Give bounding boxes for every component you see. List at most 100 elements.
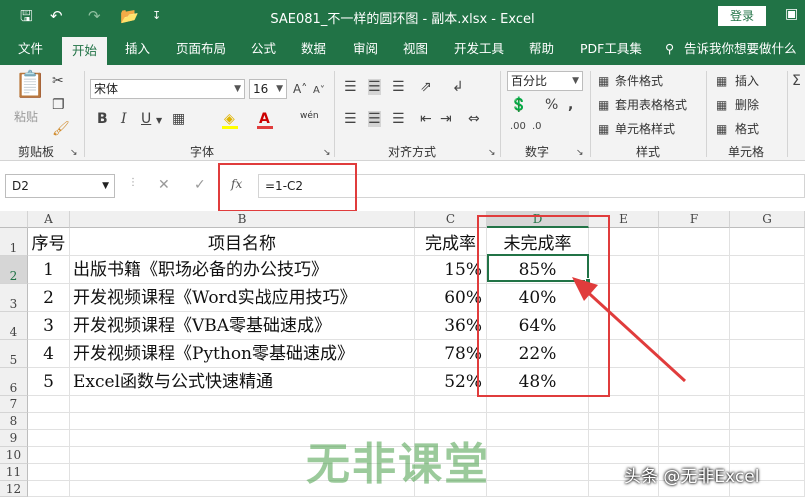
cell-d11[interactable] (487, 464, 589, 481)
cell-a2[interactable]: 1 (28, 256, 70, 284)
autosum-icon[interactable]: Σ (792, 73, 801, 89)
align-top-icon[interactable]: ☰ (344, 79, 357, 95)
chevron-down-icon[interactable]: ▼ (156, 113, 162, 129)
increase-font-icon[interactable]: A˄ (293, 81, 307, 97)
insert-cells-button[interactable]: 插入 (735, 73, 759, 89)
format-cells-button[interactable]: 格式 (735, 121, 759, 137)
align-right-icon[interactable]: ☰ (392, 111, 405, 127)
cell-g7[interactable] (730, 396, 805, 413)
row-header[interactable]: 7 (0, 396, 28, 413)
cell-b1[interactable]: 项目名称 (70, 228, 415, 256)
tab-insert[interactable]: 插入 (125, 33, 150, 65)
row-header[interactable]: 11 (0, 464, 28, 481)
cell-e9[interactable] (589, 430, 659, 447)
font-size-select[interactable]: 16 ▼ (249, 79, 287, 99)
tab-developer[interactable]: 开发工具 (454, 33, 504, 65)
cell-a7[interactable] (28, 396, 70, 413)
tab-formulas[interactable]: 公式 (251, 33, 276, 65)
conditional-format-icon[interactable]: ▦ (598, 73, 609, 89)
row-header[interactable]: 6 (0, 368, 28, 396)
align-bottom-icon[interactable]: ☰ (392, 79, 405, 95)
cell-d12[interactable] (487, 481, 589, 497)
cell-d8[interactable] (487, 413, 589, 430)
format-as-table-button[interactable]: 套用表格格式 (615, 97, 687, 113)
row-header[interactable]: 3 (0, 284, 28, 312)
copy-icon[interactable]: ❐ (52, 97, 65, 113)
borders-icon[interactable]: ▦ (172, 111, 185, 127)
cell-d10[interactable] (487, 447, 589, 464)
orientation-icon[interactable]: ⇗ (420, 79, 432, 95)
column-header-f[interactable]: F (659, 211, 730, 228)
row-header[interactable]: 4 (0, 312, 28, 340)
cell-a6[interactable]: 5 (28, 368, 70, 396)
cell-b2[interactable]: 出版书籍《职场必备的办公技巧》 (70, 256, 415, 284)
delete-cells-button[interactable]: 删除 (735, 97, 759, 113)
cell-a11[interactable] (28, 464, 70, 481)
font-launcher-icon[interactable]: ↘ (323, 145, 331, 161)
cell-styles-icon[interactable]: ▦ (598, 121, 609, 137)
cell-f8[interactable] (659, 413, 730, 430)
number-launcher-icon[interactable]: ↘ (576, 145, 584, 161)
phonetic-label[interactable]: wén (300, 108, 319, 124)
paste-icon[interactable]: 📋 (14, 72, 46, 98)
cancel-icon[interactable]: ✕ (158, 177, 170, 193)
wrap-text-icon[interactable]: ↲ (452, 79, 464, 95)
clipboard-launcher-icon[interactable]: ↘ (70, 145, 78, 161)
font-color-icon[interactable]: A (259, 111, 270, 127)
cell-a4[interactable]: 3 (28, 312, 70, 340)
cell-e7[interactable] (589, 396, 659, 413)
alignment-launcher-icon[interactable]: ↘ (488, 145, 496, 161)
cell-g1[interactable] (730, 228, 805, 256)
row-header[interactable]: 9 (0, 430, 28, 447)
table-format-icon[interactable]: ▦ (598, 97, 609, 113)
enter-icon[interactable]: ✓ (194, 177, 206, 193)
cell-b6[interactable]: Excel函数与公式快速精通 (70, 368, 415, 396)
cell-g2[interactable] (730, 256, 805, 284)
comma-style-icon[interactable]: , (568, 97, 573, 113)
underline-icon[interactable]: U (141, 111, 151, 127)
cell-d9[interactable] (487, 430, 589, 447)
number-format-select[interactable]: 百分比 ▼ (507, 71, 583, 91)
login-button[interactable]: 登录 (718, 6, 766, 26)
cell-c7[interactable] (415, 396, 487, 413)
percent-icon[interactable]: % (545, 97, 558, 113)
paste-label[interactable]: 粘贴 (14, 109, 38, 125)
format-cells-icon[interactable]: ▦ (716, 121, 727, 137)
cell-g8[interactable] (730, 413, 805, 430)
tab-data[interactable]: 数据 (301, 33, 326, 65)
accounting-format-icon[interactable]: 💲 (510, 97, 527, 113)
row-header[interactable]: 5 (0, 340, 28, 368)
cell-f7[interactable] (659, 396, 730, 413)
delete-cells-icon[interactable]: ▦ (716, 97, 727, 113)
cell-a8[interactable] (28, 413, 70, 430)
cell-d7[interactable] (487, 396, 589, 413)
bold-icon[interactable]: B (97, 111, 108, 127)
cell-g4[interactable] (730, 312, 805, 340)
column-header-b[interactable]: B (70, 211, 415, 228)
cell-f9[interactable] (659, 430, 730, 447)
cell-b7[interactable] (70, 396, 415, 413)
tab-home[interactable]: 开始 (62, 37, 108, 65)
row-header[interactable]: 2 (0, 256, 28, 284)
italic-icon[interactable]: I (121, 111, 127, 127)
cell-g9[interactable] (730, 430, 805, 447)
ribbon-display-icon[interactable]: ▣ (785, 6, 798, 22)
tab-file[interactable]: 文件 (18, 33, 43, 65)
column-header-g[interactable]: G (730, 211, 805, 228)
cell-f1[interactable] (659, 228, 730, 256)
cell-b5[interactable]: 开发视频课程《Python零基础速成》 (70, 340, 415, 368)
align-left-icon[interactable]: ☰ (344, 111, 357, 127)
row-header[interactable]: 10 (0, 447, 28, 464)
row-header[interactable]: 1 (0, 228, 28, 256)
tab-page-layout[interactable]: 页面布局 (176, 33, 226, 65)
tab-review[interactable]: 审阅 (353, 33, 378, 65)
increase-indent-icon[interactable]: ⇥ (440, 111, 452, 127)
insert-cells-icon[interactable]: ▦ (716, 73, 727, 89)
decrease-decimal-icon[interactable]: .0 (532, 119, 542, 135)
tab-help[interactable]: 帮助 (529, 33, 554, 65)
cell-a5[interactable]: 4 (28, 340, 70, 368)
select-all-corner[interactable] (0, 211, 28, 228)
cell-g3[interactable] (730, 284, 805, 312)
cell-g6[interactable] (730, 368, 805, 396)
cell-a1[interactable]: 序号 (28, 228, 70, 256)
